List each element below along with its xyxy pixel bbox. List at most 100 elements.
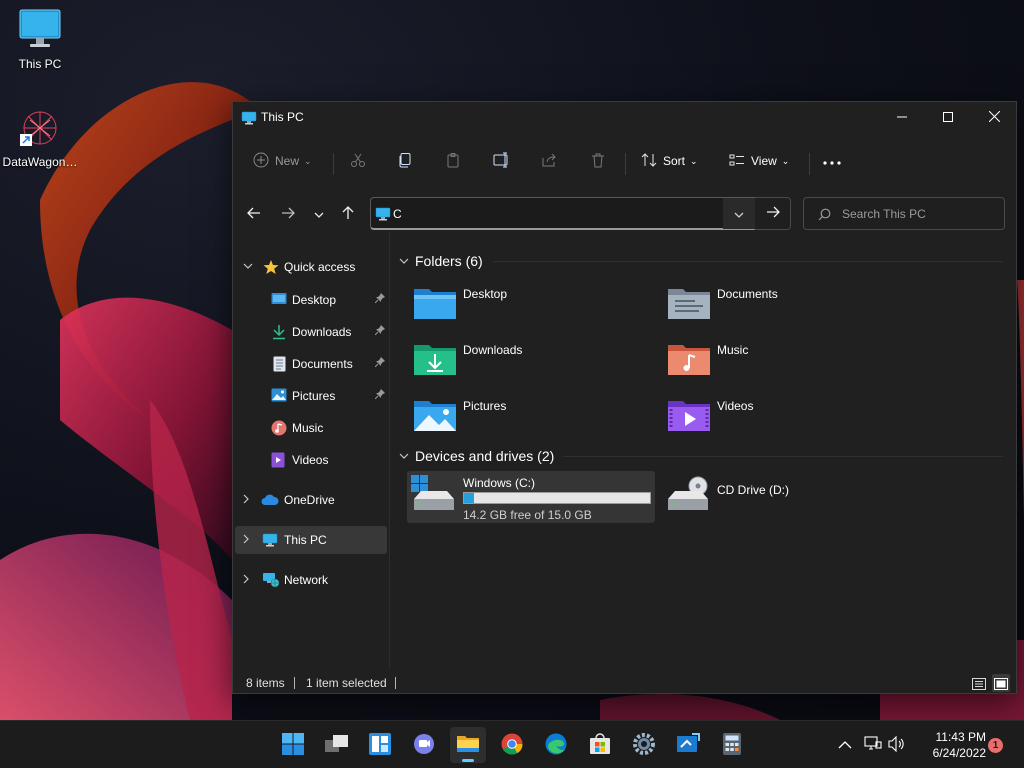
desktop-folder-icon: [413, 285, 457, 324]
ethernet-icon: [864, 735, 882, 755]
file-explorer-icon: [456, 734, 480, 757]
show-hidden-icons-button[interactable]: [838, 721, 852, 768]
folder-tile-documents[interactable]: Documents: [661, 279, 909, 331]
navigation-pane: Quick access Desktop Downloads Documents…: [233, 245, 388, 665]
address-history-dropdown[interactable]: [723, 198, 755, 229]
sidebar-item-desktop[interactable]: Desktop: [235, 286, 387, 314]
folder-tile-desktop[interactable]: Desktop: [407, 279, 655, 331]
sidebar-item-documents[interactable]: Documents: [235, 350, 387, 378]
folders-group-header[interactable]: Folders (6): [399, 251, 483, 271]
view-button[interactable]: View ⌄: [729, 148, 789, 174]
taskbar: 11:43 PM 6/24/2022 1: [0, 720, 1024, 768]
chat-button[interactable]: [406, 727, 442, 763]
downloads-folder-icon: [413, 341, 457, 380]
toolbar-separator: [625, 153, 626, 175]
see-more-button[interactable]: [823, 148, 841, 174]
sidebar-item-downloads[interactable]: Downloads: [235, 318, 387, 346]
desktop-icon-this-pc[interactable]: This PC: [0, 8, 80, 71]
documents-folder-icon: [667, 285, 711, 324]
address-input[interactable]: [393, 204, 713, 224]
sidebar-item-music[interactable]: Music: [235, 414, 387, 442]
download-arrow-icon: [271, 324, 287, 343]
minimize-button[interactable]: [879, 102, 925, 133]
delete-button[interactable]: [590, 148, 606, 174]
pin-icon: [374, 293, 385, 306]
search-input[interactable]: [842, 205, 992, 223]
clock[interactable]: 11:43 PM 6/24/2022: [918, 729, 986, 761]
sidebar-item-videos[interactable]: Videos: [235, 446, 387, 474]
settings-button[interactable]: [626, 727, 662, 763]
search-box[interactable]: [803, 197, 1005, 230]
calculator-button[interactable]: [714, 727, 750, 763]
forward-button[interactable]: [276, 202, 300, 226]
folder-tile-pictures[interactable]: Pictures: [407, 391, 655, 443]
share-button[interactable]: [541, 148, 557, 174]
task-view-button[interactable]: [319, 727, 355, 763]
remote-desktop-button[interactable]: [670, 727, 706, 763]
new-button[interactable]: New ⌄: [253, 148, 312, 174]
remote-desktop-icon: [676, 732, 700, 758]
drive-tile-cd-d[interactable]: CD Drive (D:): [661, 471, 909, 523]
chevron-up-icon: [838, 738, 852, 752]
sidebar-item-label: Videos: [292, 453, 329, 467]
start-button[interactable]: [275, 727, 311, 763]
group-divider: [493, 261, 1003, 262]
edge-button[interactable]: [538, 727, 574, 763]
copy-icon: [397, 152, 413, 171]
widgets-button[interactable]: [362, 727, 398, 763]
sort-button[interactable]: Sort ⌄: [641, 148, 698, 174]
drive-tile-windows-c[interactable]: Windows (C:) 14.2 GB free of 15.0 GB: [407, 471, 655, 523]
chevron-down-icon: [399, 256, 409, 267]
back-button[interactable]: [242, 202, 266, 226]
file-explorer-taskbar-button[interactable]: [450, 727, 486, 763]
toolbar-separator: [333, 153, 334, 175]
chrome-button[interactable]: [494, 727, 530, 763]
close-button[interactable]: [971, 102, 1017, 133]
details-view-button[interactable]: [970, 674, 988, 692]
pin-icon: [374, 357, 385, 370]
copy-button[interactable]: [397, 148, 413, 174]
desktop-icon-datawagon[interactable]: DataWagon…: [0, 108, 80, 169]
store-button[interactable]: [582, 727, 618, 763]
rename-button[interactable]: [493, 148, 511, 174]
title-bar[interactable]: This PC: [233, 102, 1016, 133]
folder-tile-downloads[interactable]: Downloads: [407, 335, 655, 387]
folder-tile-videos[interactable]: Videos: [661, 391, 909, 443]
volume-button[interactable]: [888, 721, 906, 768]
paste-icon: [445, 152, 461, 171]
sidebar-item-network[interactable]: Network: [235, 566, 387, 594]
network-status-button[interactable]: [864, 721, 882, 768]
folder-label: Desktop: [463, 287, 508, 301]
chevron-down-icon: ⌄: [304, 155, 312, 166]
calculator-icon: [723, 732, 741, 758]
sidebar-item-pictures[interactable]: Pictures: [235, 382, 387, 410]
videos-folder-icon: [667, 397, 711, 436]
sidebar-item-onedrive[interactable]: OneDrive: [235, 486, 387, 514]
pane-divider[interactable]: [389, 232, 390, 669]
cut-button[interactable]: [350, 148, 366, 174]
go-button[interactable]: [755, 197, 791, 230]
sidebar-item-quick-access[interactable]: Quick access: [235, 253, 387, 281]
sidebar-item-this-pc[interactable]: This PC: [235, 526, 387, 554]
notification-badge[interactable]: 1: [988, 738, 1003, 753]
toolbar-separator: [809, 153, 810, 175]
chevron-down-icon: ⌄: [690, 155, 698, 166]
recent-locations-button[interactable]: [307, 202, 331, 226]
monitor-icon: [0, 8, 80, 53]
sort-button-label: Sort: [663, 154, 686, 168]
navigation-bar: [233, 192, 1016, 232]
folder-label: Music: [717, 343, 749, 357]
chevron-down-icon: [243, 261, 253, 272]
tiles-view-icon: [994, 678, 1008, 693]
folder-tile-music[interactable]: Music: [661, 335, 909, 387]
address-bar[interactable]: [370, 197, 755, 230]
maximize-button[interactable]: [925, 102, 971, 133]
paste-button[interactable]: [445, 148, 461, 174]
large-icons-view-button[interactable]: [992, 674, 1010, 692]
sidebar-item-label: Pictures: [292, 389, 336, 403]
status-separator: [395, 677, 396, 689]
up-button[interactable]: [336, 202, 360, 226]
close-icon: [988, 110, 1000, 125]
devices-group-header[interactable]: Devices and drives (2): [399, 446, 554, 466]
desktop-icon-label: DataWagon…: [2, 155, 78, 169]
